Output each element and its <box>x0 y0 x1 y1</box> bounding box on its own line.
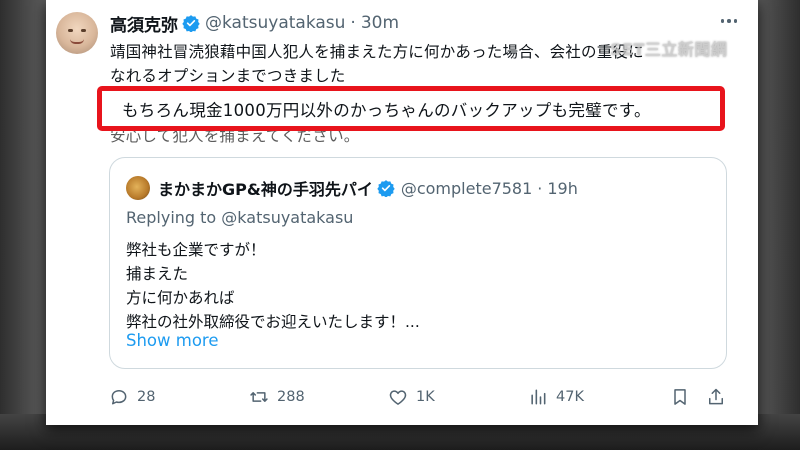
like-count: 1K <box>416 389 435 405</box>
like-button[interactable]: 1K <box>388 382 435 412</box>
quoted-tweet[interactable]: まかまかGP&神の手羽先パイ @complete7581 · 19h Reply… <box>109 157 727 369</box>
news-watermark: SET三立新聞網 <box>610 40 728 59</box>
repost-count: 288 <box>277 389 305 405</box>
replying-to-label: Replying to @katsuyatakasu <box>126 208 354 227</box>
tweet-text-line-1: 靖国神社冒涜狼藉中国人犯人を捕まえた方に何かあった場合、会社の重役に <box>110 43 644 61</box>
avatar-eye-left <box>68 29 73 32</box>
share-icon <box>709 388 723 405</box>
quoted-text-line-1: 弊社も企業ですが！ <box>126 241 266 259</box>
tweet-header: 高須克弥 @katsuyatakasu · 30m <box>110 11 399 36</box>
views-count: 47K <box>556 389 584 405</box>
tweet-actions-bar: 28 288 1K 47K <box>46 382 758 412</box>
bookmark-button[interactable] <box>670 382 690 412</box>
quoted-timestamp[interactable]: 19h <box>547 179 578 198</box>
tweet-timestamp[interactable]: 30m <box>361 13 399 33</box>
views-button[interactable]: 47K <box>528 382 584 412</box>
avatar-eye-right <box>81 29 86 32</box>
quoted-tweet-header: まかまかGP&神の手羽先パイ @complete7581 · 19h <box>158 175 578 201</box>
quoted-text-line-2: 捕まえた <box>126 265 189 283</box>
bookmark-icon <box>674 389 686 405</box>
share-button[interactable] <box>706 382 726 412</box>
tweet-card: 高須克弥 @katsuyatakasu · 30m 靖国神社冒涜狼藉中国人犯人を… <box>46 0 758 425</box>
repost-icon <box>250 392 268 402</box>
tweet-text-line-3: もちろん現金1000万円以外のかっちゃんのバックアップも完璧です。 <box>122 100 651 120</box>
avatar-mouth <box>70 39 84 44</box>
quoted-text-line-3: 方に何かあれば <box>126 289 235 307</box>
more-dot <box>727 19 731 23</box>
more-dot <box>720 19 725 23</box>
reply-count: 28 <box>137 389 156 405</box>
author-avatar[interactable] <box>56 12 98 54</box>
repost-button[interactable]: 288 <box>249 382 305 412</box>
verified-badge-icon <box>377 180 395 197</box>
quoted-header-separator: · <box>537 178 543 198</box>
more-icon[interactable] <box>716 10 742 32</box>
quoted-text-line-4: 弊社の社外取締役でお迎えいたします！... <box>126 313 420 331</box>
header-separator: · <box>350 13 356 33</box>
author-name[interactable]: 高須克弥 <box>110 11 178 36</box>
more-dot <box>733 19 738 23</box>
author-handle[interactable]: @katsuyatakasu <box>205 13 345 33</box>
show-more-link[interactable]: Show more <box>126 331 219 350</box>
heart-icon <box>389 390 407 405</box>
tweet-text-line-2: なれるオプションまでつきました <box>110 67 346 85</box>
reply-button[interactable]: 28 <box>109 382 155 412</box>
quoted-author-handle[interactable]: @complete7581 <box>401 179 532 198</box>
views-icon <box>531 389 546 405</box>
quoted-author-avatar[interactable] <box>126 176 150 200</box>
quoted-author-name[interactable]: まかまかGP&神の手羽先パイ <box>158 176 373 200</box>
verified-badge-icon <box>182 15 200 32</box>
highlight-box: もちろん現金1000万円以外のかっちゃんのバックアップも完璧です。 <box>97 86 725 131</box>
reply-icon <box>111 390 127 405</box>
